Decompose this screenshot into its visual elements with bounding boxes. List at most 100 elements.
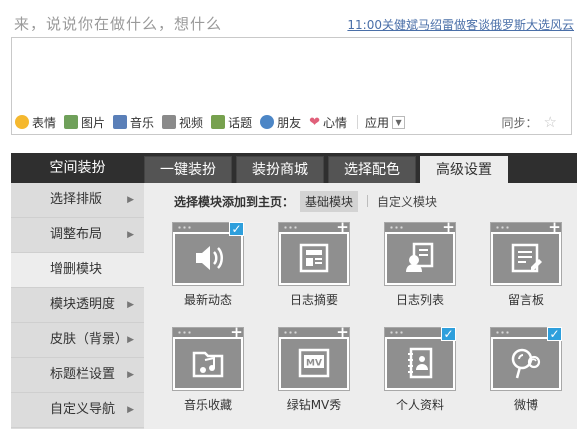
- speaker-icon: [196, 246, 223, 270]
- mood-button[interactable]: ❤ 心情: [309, 114, 347, 131]
- video-icon: [162, 115, 177, 129]
- picture-icon: [64, 115, 79, 129]
- tool-label: 表情: [32, 115, 57, 130]
- tab-one-click-skin[interactable]: 一键装扮: [144, 156, 232, 183]
- tool-label: 话题: [228, 115, 253, 130]
- module-card-message-board[interactable]: + 留言板: [490, 218, 562, 312]
- module-label: 最新动态: [183, 293, 232, 307]
- tab-color-scheme[interactable]: 选择配色: [328, 156, 416, 183]
- sidebar-item-label: 模块透明度: [50, 297, 116, 312]
- emoji-button[interactable]: 表情: [15, 114, 56, 131]
- sidebar-item-layout[interactable]: 选择排版 ▶: [11, 183, 144, 218]
- module-label: 个人资料: [395, 398, 444, 412]
- module-card-profile[interactable]: ✓ 个人资料: [384, 327, 456, 417]
- tool-label: 朋友: [277, 115, 302, 130]
- composer-prompt: 来，说说你在做什么，想什么: [14, 15, 223, 33]
- module-thumbnail: ✓: [490, 327, 562, 391]
- thumbnail-body: [493, 234, 559, 283]
- tool-label: 心情: [323, 115, 348, 130]
- skin-settings-panel: 空间装扮 一键装扮 装扮商城 选择配色 高级设置 选择排版 ▶ 调整布局 ▶ 增删模…: [11, 153, 577, 429]
- window-dots: [495, 331, 511, 334]
- chevron-right-icon: ▶: [127, 405, 134, 415]
- news-headline-link[interactable]: 11:00关健斌马绍雷做客谈俄罗斯大选风云: [347, 16, 574, 33]
- chevron-right-icon: ▶: [127, 335, 134, 345]
- chevron-down-icon: ▼: [392, 115, 406, 129]
- plus-icon: +: [548, 218, 561, 236]
- thumbnail-body: MV: [281, 339, 347, 388]
- tab-skin-mall[interactable]: 装扮商城: [236, 156, 324, 183]
- module-filter-bar: 选择模块添加到主页： 基础模块 自定义模块: [174, 190, 437, 212]
- composer-box: 表情 图片 音乐 视频 话题 朋友 ❤ 心情 应用 ▼ 同步： ☆: [11, 37, 572, 135]
- thumbnail-body: [175, 339, 241, 388]
- sync-label: 同步：: [501, 115, 538, 130]
- tab-advanced-settings[interactable]: 高级设置: [420, 156, 508, 184]
- topic-button[interactable]: 话题: [211, 114, 252, 131]
- window-dots: [389, 226, 405, 229]
- module-card-blog-summary[interactable]: + 日志摘要: [278, 218, 350, 312]
- mention-friend-button[interactable]: 朋友: [260, 114, 301, 131]
- module-card-latest-feed[interactable]: ✓ 最新动态: [172, 222, 244, 312]
- panel-tabs: 一键装扮 装扮商城 选择配色 高级设置: [144, 153, 512, 184]
- music-folder-icon: [192, 351, 224, 378]
- custom-modules-filter[interactable]: 自定义模块: [377, 193, 437, 210]
- sidebar-item-modules[interactable]: 增删模块: [11, 253, 144, 288]
- module-thumbnail: ✓: [172, 222, 244, 286]
- sidebar-item-adjust-layout[interactable]: 调整布局 ▶: [11, 218, 144, 253]
- filter-divider: [367, 195, 369, 207]
- plus-icon: +: [442, 218, 455, 236]
- sidebar-item-label: 选择排版: [50, 192, 103, 207]
- window-dots: [283, 226, 299, 229]
- window-dots: [177, 226, 193, 229]
- module-label: 绿钻MV秀: [286, 398, 342, 412]
- window-dots: [495, 226, 511, 229]
- music-button[interactable]: 音乐: [113, 114, 154, 131]
- check-icon: ✓: [441, 327, 456, 341]
- check-icon: ✓: [229, 222, 244, 236]
- apps-dropdown[interactable]: 应用 ▼: [365, 114, 406, 131]
- settings-sidebar: 选择排版 ▶ 调整布局 ▶ 增删模块 模块透明度 ▶ 皮肤（背景） ▶ 标题栏设置 ▶ 自…: [11, 183, 144, 429]
- apps-label: 应用: [365, 115, 390, 130]
- sidebar-item-custom-nav[interactable]: 自定义导航 ▶: [11, 393, 144, 428]
- module-card-green-diamond-mv[interactable]: MV + 绿钻MV秀: [278, 325, 350, 417]
- toolbar-divider: [357, 115, 359, 129]
- module-thumbnail: ✓: [384, 327, 456, 391]
- plus-icon: +: [336, 218, 349, 236]
- chevron-right-icon: ▶: [127, 300, 134, 310]
- composer-toolbar: 表情 图片 音乐 视频 话题 朋友 ❤ 心情 应用 ▼ 同步： ☆: [12, 110, 571, 134]
- chevron-right-icon: ▶: [127, 230, 134, 240]
- module-card-blog-list[interactable]: + 日志列表: [384, 218, 456, 312]
- tool-label: 视频: [179, 115, 204, 130]
- sidebar-item-background[interactable]: 皮肤（背景） ▶: [11, 323, 144, 358]
- status-input[interactable]: [13, 39, 570, 107]
- contact-card-icon: [406, 242, 434, 272]
- profile-notebook-icon: [408, 347, 433, 379]
- sidebar-item-label: 标题栏设置: [50, 367, 116, 382]
- thumbnail-body: [387, 339, 453, 388]
- mv-icon: MV: [298, 348, 330, 378]
- message-board-icon: [511, 243, 542, 273]
- panel-header-bar: 空间装扮 一键装扮 装扮商城 选择配色 高级设置: [11, 153, 577, 184]
- module-card-music-collection[interactable]: + 音乐收藏: [172, 325, 244, 417]
- module-thumbnail: +: [384, 218, 456, 286]
- smile-icon: [15, 115, 29, 129]
- at-icon: [260, 115, 275, 129]
- video-button[interactable]: 视频: [162, 114, 203, 131]
- window-dots: [283, 331, 299, 334]
- music-note-icon: [113, 115, 128, 129]
- module-label: 微博: [513, 398, 538, 412]
- module-thumbnail: +: [278, 218, 350, 286]
- sidebar-item-title-bar[interactable]: 标题栏设置 ▶: [11, 358, 144, 393]
- tool-label: 图片: [81, 115, 106, 130]
- heart-icon: ❤: [309, 114, 320, 130]
- check-icon: ✓: [547, 327, 562, 341]
- picture-button[interactable]: 图片: [64, 114, 105, 131]
- window-dots: [177, 331, 193, 334]
- sidebar-item-label: 自定义导航: [50, 402, 116, 417]
- basic-modules-filter[interactable]: 基础模块: [300, 190, 359, 212]
- window-dots: [389, 331, 405, 334]
- article-icon: [299, 243, 329, 273]
- module-card-weibo[interactable]: ✓ 微博: [490, 327, 562, 417]
- star-icon[interactable]: ☆: [544, 113, 557, 131]
- sidebar-item-transparency[interactable]: 模块透明度 ▶: [11, 288, 144, 323]
- sidebar-item-label: 调整布局: [50, 227, 103, 242]
